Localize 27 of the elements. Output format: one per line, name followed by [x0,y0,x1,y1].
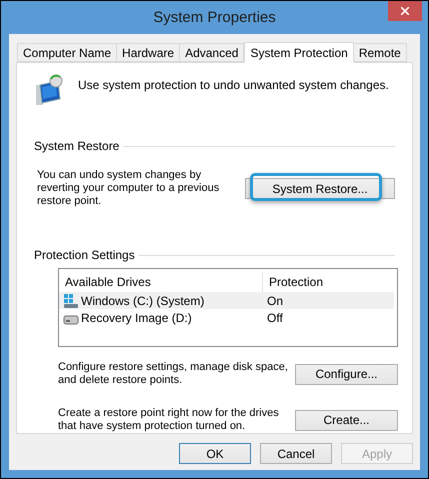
dialog-button[interactable]: OK [179,443,251,464]
protection-status: Off [266,310,283,327]
create-description: Create a restore point right now for the drives that have system protection turned on. [58,407,280,433]
drive-name: Recovery Image (D:) [81,310,192,327]
windows-drive-icon [63,292,79,309]
drive-row[interactable]: Recovery Image (D:) Off [59,309,394,326]
drive-row[interactable]: Windows (C:) (System) On [59,292,394,310]
restore-description: You can undo system changes by reverting your computer to a previous restore point. [37,169,220,208]
tab[interactable]: Computer Name [17,43,118,62]
group-heading: Protection Settings [34,247,135,264]
configure-description: Configure restore settings, manage disk space, and delete restore points. [58,361,289,387]
tab[interactable]: Remote [354,43,407,62]
tab[interactable]: Hardware [117,43,180,62]
column-header[interactable]: Protection [263,272,324,292]
tab[interactable]: System Protection [244,42,354,63]
tab[interactable]: Advanced [180,43,244,62]
close-icon [401,7,409,15]
close-button[interactable] [388,1,422,21]
intro-text: Use system protection to undo unwanted system changes. [78,77,389,94]
configure-button[interactable]: Configure... [295,364,398,384]
system-restore-button[interactable]: System Restore... [245,178,395,200]
create-button[interactable]: Create... [295,410,398,430]
window-title: System Properties [152,8,277,28]
group-heading: System Restore [34,138,120,156]
drive-name: Windows (C:) (System) [81,292,204,310]
dialog-button[interactable]: Cancel [260,443,332,464]
protection-status: On [266,292,284,310]
